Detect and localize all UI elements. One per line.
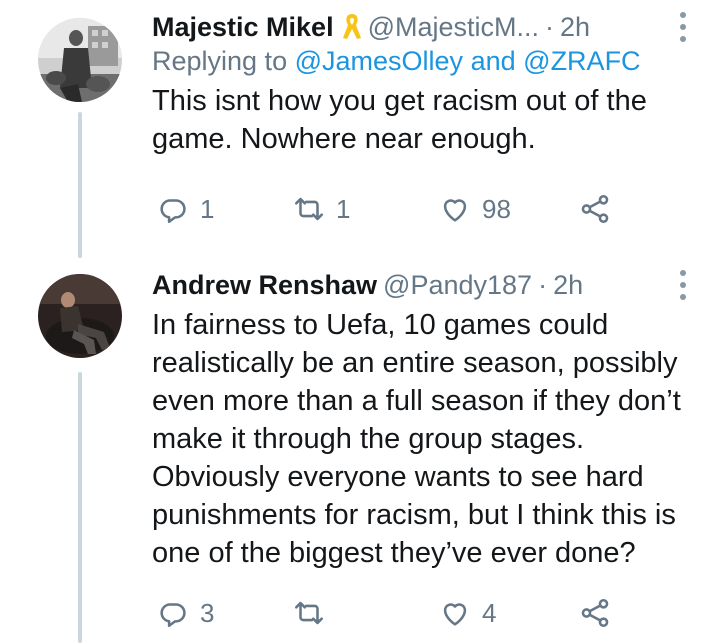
timestamp[interactable]: 2h: [560, 10, 590, 44]
reply-count: 3: [200, 597, 215, 628]
retweet-icon: [294, 197, 324, 221]
share-icon: [581, 598, 609, 628]
more-icon[interactable]: [680, 12, 688, 42]
mention-link[interactable]: @ZRAFC: [523, 46, 640, 76]
display-name[interactable]: Majestic Mikel: [152, 10, 334, 44]
separator-dot: ·: [545, 12, 555, 42]
avatar-photo-2: [38, 274, 122, 358]
retweet-button[interactable]: 1: [292, 192, 350, 226]
timestamp[interactable]: 2h: [553, 268, 583, 302]
share-button[interactable]: [578, 596, 612, 630]
tweet-text: This isnt how you get racism out of the …: [152, 85, 647, 155]
display-name[interactable]: Andrew Renshaw: [152, 268, 377, 302]
retweet-count: 1: [336, 193, 351, 224]
replying-to: Replying to @JamesOlley and @ZRAFC: [152, 44, 700, 78]
like-icon: [443, 199, 467, 222]
thread-line-2: [78, 372, 82, 643]
tweet-actions: 3 4: [152, 596, 712, 632]
reply-count: 1: [200, 193, 215, 224]
separator-dot: ·: [538, 270, 548, 300]
tweet-2[interactable]: Andrew Renshaw @Pandy187 · 2h In fairnes…: [152, 268, 700, 572]
thread-line-1: [78, 112, 82, 258]
avatar-photo-1: [38, 18, 122, 102]
user-handle[interactable]: @Pandy187: [383, 268, 532, 302]
reply-icon: [160, 199, 186, 224]
retweet-icon: [294, 601, 324, 625]
tweet-header: Andrew Renshaw @Pandy187 · 2h: [152, 268, 700, 302]
more-icon[interactable]: [680, 270, 688, 300]
like-button[interactable]: 4: [438, 596, 496, 630]
mention-link[interactable]: @JamesOlley: [295, 46, 463, 76]
retweet-button[interactable]: [292, 596, 336, 630]
reply-icon: [160, 603, 186, 628]
tweet-text: In fairness to Uefa, 10 games could real…: [152, 309, 681, 569]
replying-and[interactable]: and: [471, 46, 516, 76]
reply-button[interactable]: 1: [156, 192, 214, 226]
tweet-1[interactable]: Majestic Mikel @MajesticM... · 2h Replyi…: [152, 10, 700, 158]
avatar[interactable]: [38, 18, 122, 102]
like-button[interactable]: 98: [438, 192, 511, 226]
avatar[interactable]: [38, 274, 122, 358]
yellow-ribbon-icon: [342, 14, 361, 39]
reply-button[interactable]: 3: [156, 596, 214, 630]
like-count: 98: [482, 193, 511, 224]
tweet-actions: 1 1 98: [152, 192, 712, 228]
replying-prefix: Replying to: [152, 46, 288, 76]
user-handle[interactable]: @MajesticM...: [368, 10, 539, 44]
like-count: 4: [482, 597, 497, 628]
share-button[interactable]: [578, 192, 612, 226]
tweet-header: Majestic Mikel @MajesticM... · 2h: [152, 10, 700, 44]
like-icon: [443, 603, 467, 626]
share-icon: [581, 194, 609, 224]
